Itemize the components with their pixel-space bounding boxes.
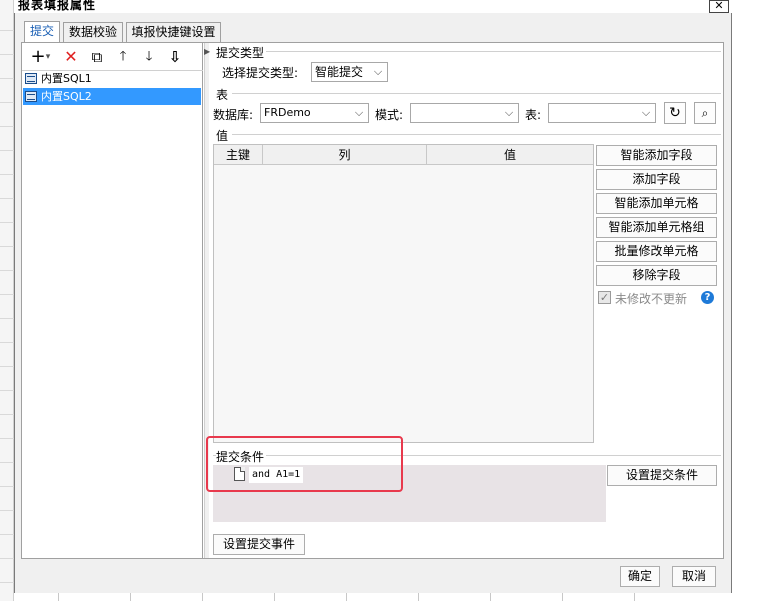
submit-list-pane xyxy=(22,43,203,558)
section-divider xyxy=(232,93,721,94)
submit-type-section-label: 提交类型 xyxy=(216,46,265,60)
database-value: FRDemo xyxy=(264,106,311,119)
submit-type-label: 选择提交类型: xyxy=(222,66,299,80)
sort-icon[interactable]: ⇩ xyxy=(165,47,185,67)
list-item-label: 内置SQL2 xyxy=(41,90,92,103)
submit-type-value: 智能提交 xyxy=(315,65,364,79)
move-down-icon[interactable]: 🡓 xyxy=(139,47,159,67)
cancel-button[interactable]: 取消 xyxy=(672,566,716,587)
section-divider xyxy=(232,134,721,135)
list-item-label: 内置SQL1 xyxy=(41,72,92,85)
batch-modify-cells-button[interactable]: 批量修改单元格 xyxy=(596,241,717,262)
table-section-label: 表 xyxy=(216,88,229,102)
set-condition-button[interactable]: 设置提交条件 xyxy=(607,465,717,486)
copy-icon[interactable]: ⧉ xyxy=(87,47,107,67)
help-icon[interactable]: ? xyxy=(701,291,714,304)
close-button[interactable]: ✕ xyxy=(709,0,729,13)
unmodified-no-update-label: 未修改不更新 xyxy=(615,292,688,306)
schema-select[interactable]: ⌵ xyxy=(410,103,519,123)
value-table-header: 主键 列 值 xyxy=(214,145,593,165)
remove-field-button[interactable]: 移除字段 xyxy=(596,265,717,286)
submit-type-select[interactable]: 智能提交 ⌵ xyxy=(311,62,388,82)
ok-button[interactable]: 确定 xyxy=(620,566,660,587)
schema-label: 模式: xyxy=(375,108,404,122)
add-field-button[interactable]: 添加字段 xyxy=(596,169,717,190)
list-item-sql2[interactable]: 内置SQL2 xyxy=(23,88,201,105)
highlight-box xyxy=(206,436,403,492)
table-select[interactable]: ⌵ xyxy=(548,103,656,123)
unmodified-no-update-checkbox[interactable]: ✓ xyxy=(598,291,611,304)
collapse-arrow-icon[interactable]: ▶ xyxy=(204,47,210,56)
value-table[interactable] xyxy=(213,144,594,443)
database-select[interactable]: FRDemo ⌵ xyxy=(260,103,369,123)
search-table-icon[interactable]: ⌕ xyxy=(694,102,716,124)
column-header-value[interactable]: 值 xyxy=(427,145,593,165)
smart-add-field-button[interactable]: 智能添加字段 xyxy=(596,145,717,166)
section-divider xyxy=(266,51,721,52)
set-submit-event-button[interactable]: 设置提交事件 xyxy=(213,534,305,555)
move-up-icon[interactable]: 🡑 xyxy=(113,47,133,67)
database-icon xyxy=(25,73,37,84)
value-section-label: 值 xyxy=(216,129,229,143)
chevron-down-icon: ⌵ xyxy=(354,106,364,119)
add-dropdown-icon[interactable]: ▾ xyxy=(43,47,53,67)
table-label: 表: xyxy=(525,108,542,122)
column-header-key[interactable]: 主键 xyxy=(214,145,263,165)
dialog-title: 报表填报属性 xyxy=(18,0,97,12)
tab-data-validation[interactable]: 数据校验 xyxy=(63,22,123,42)
database-icon xyxy=(25,91,37,102)
row-header-strip xyxy=(0,0,14,601)
chevron-down-icon: ⌵ xyxy=(373,65,383,78)
column-header-column[interactable]: 列 xyxy=(263,145,427,165)
tab-submit[interactable]: 提交 xyxy=(24,21,60,43)
list-item-sql1[interactable]: 内置SQL1 xyxy=(23,70,201,87)
chevron-down-icon: ⌵ xyxy=(641,106,651,119)
smart-add-cell-group-button[interactable]: 智能添加单元格组 xyxy=(596,217,717,238)
title-bar xyxy=(14,0,732,13)
smart-add-cell-button[interactable]: 智能添加单元格 xyxy=(596,193,717,214)
database-label: 数据库: xyxy=(213,108,254,122)
chevron-down-icon: ⌵ xyxy=(504,106,514,119)
tab-shortcut-settings[interactable]: 填报快捷键设置 xyxy=(126,22,221,42)
refresh-icon[interactable]: ↻ xyxy=(664,102,686,124)
delete-icon[interactable]: ✕ xyxy=(61,47,81,67)
